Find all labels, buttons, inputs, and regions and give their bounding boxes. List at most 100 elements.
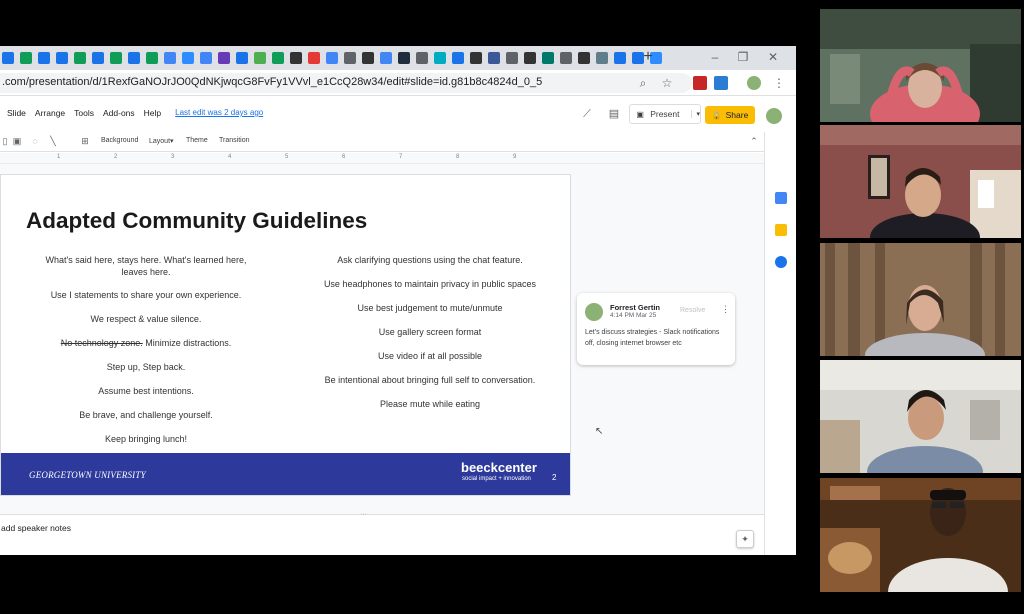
browser-tab[interactable] xyxy=(504,50,520,66)
close-icon[interactable]: ✕ xyxy=(764,49,782,65)
browser-tab[interactable] xyxy=(522,50,538,66)
ruler-tick-label: 8 xyxy=(456,154,460,160)
participant-video-4[interactable] xyxy=(820,360,1021,473)
calendar-icon[interactable] xyxy=(775,192,787,204)
right-rule-5: Use video if at all possible xyxy=(377,351,483,361)
browser-tab[interactable] xyxy=(108,50,124,66)
browser-tab[interactable] xyxy=(306,50,322,66)
browser-tab[interactable] xyxy=(594,50,610,66)
menu-arrange[interactable]: Arrange xyxy=(35,108,65,118)
theme-button[interactable]: Theme xyxy=(186,137,208,144)
text-box-icon[interactable]: ▯ xyxy=(0,136,10,146)
browser-tab[interactable] xyxy=(324,50,340,66)
present-dropdown-icon[interactable]: ▾ xyxy=(691,110,700,118)
browser-tab[interactable] xyxy=(234,50,250,66)
participant-3-image xyxy=(820,243,1021,356)
layout-button[interactable]: Layout▾ xyxy=(149,137,174,145)
menu-tools[interactable]: Tools xyxy=(74,108,94,118)
browser-tab[interactable] xyxy=(576,50,592,66)
share-button[interactable]: 🔒 Share xyxy=(705,106,755,124)
browser-tab[interactable] xyxy=(486,50,502,66)
background-button[interactable]: Background xyxy=(101,137,138,144)
browser-tab[interactable] xyxy=(468,50,484,66)
browser-tab[interactable] xyxy=(378,50,394,66)
tab-favicon-icon xyxy=(2,52,14,64)
restore-icon[interactable]: ❐ xyxy=(734,49,752,65)
browser-tab[interactable] xyxy=(126,50,142,66)
browser-tab[interactable] xyxy=(270,50,286,66)
zoom-icon[interactable]: ⌕ xyxy=(636,76,650,90)
tasks-icon[interactable] xyxy=(775,256,787,268)
image-icon[interactable]: ▣ xyxy=(12,136,22,146)
tab-favicon-icon xyxy=(470,52,482,64)
speaker-notes[interactable]: ··· add speaker notes xyxy=(0,511,764,555)
share-label: Share xyxy=(725,110,749,120)
browser-tab[interactable] xyxy=(162,50,178,66)
browser-tab[interactable] xyxy=(54,50,70,66)
browser-tab[interactable] xyxy=(450,50,466,66)
transition-button[interactable]: Transition xyxy=(219,137,249,144)
present-button[interactable]: ▣ Present ▾ xyxy=(629,104,701,124)
browser-tab[interactable] xyxy=(18,50,34,66)
participant-video-3[interactable] xyxy=(820,243,1021,356)
activity-trend-icon[interactable]: ⟋ xyxy=(580,107,594,121)
browser-tab[interactable] xyxy=(216,50,232,66)
browser-tab[interactable] xyxy=(414,50,430,66)
participant-video-1[interactable] xyxy=(820,9,1021,122)
pdf-extension-icon[interactable] xyxy=(693,76,707,90)
layout-label: Layout xyxy=(149,138,171,145)
toolbar: ▯ ▣ ◌ ╲ ⊞ Background Layout▾ Theme Trans… xyxy=(0,132,764,152)
last-edit-link[interactable]: Last edit was 2 days ago xyxy=(175,108,263,118)
minimize-icon[interactable]: – xyxy=(706,49,724,65)
browser-tab[interactable] xyxy=(540,50,556,66)
slide[interactable]: Adapted Community Guidelines What's said… xyxy=(0,174,571,496)
browser-tab[interactable] xyxy=(36,50,52,66)
menu-slide[interactable]: Slide xyxy=(7,108,26,118)
speaker-notes-placeholder[interactable]: add speaker notes xyxy=(1,523,71,533)
add-comment-icon[interactable]: ⊞ xyxy=(80,136,90,146)
browser-tab[interactable] xyxy=(612,50,628,66)
new-tab-button[interactable]: + xyxy=(640,49,656,65)
browser-tab[interactable] xyxy=(342,50,358,66)
comment-card[interactable]: Forrest Gertin 4:14 PM Mar 25 Resolve ⋮ … xyxy=(577,293,735,365)
resolve-button[interactable]: Resolve xyxy=(680,307,705,314)
menu-help[interactable]: Help xyxy=(144,108,161,118)
collapse-toolbar-icon[interactable]: ⌃ xyxy=(749,136,759,146)
browser-tab[interactable] xyxy=(288,50,304,66)
account-avatar-icon[interactable] xyxy=(766,108,782,124)
shape-icon[interactable]: ◌ xyxy=(30,136,40,146)
participant-video-2[interactable] xyxy=(820,125,1021,238)
browser-tab[interactable] xyxy=(144,50,160,66)
browser-tab[interactable] xyxy=(180,50,196,66)
tab-favicon-icon xyxy=(128,52,140,64)
profile-avatar-icon[interactable] xyxy=(747,76,761,90)
url-text[interactable]: .com/presentation/d/1RexfGaNOJrJO0QdNKjw… xyxy=(2,76,542,88)
menu-add-ons[interactable]: Add-ons xyxy=(103,108,135,118)
browser-tab[interactable] xyxy=(72,50,88,66)
explore-button[interactable]: ✦ xyxy=(736,530,754,548)
browser-tab[interactable] xyxy=(0,50,16,66)
participant-video-5[interactable] xyxy=(820,478,1021,592)
keep-icon[interactable] xyxy=(775,224,787,236)
browser-tab[interactable] xyxy=(360,50,376,66)
ruler-tick-label: 2 xyxy=(114,154,118,160)
browser-tab[interactable] xyxy=(198,50,214,66)
browser-tab[interactable] xyxy=(432,50,448,66)
omnibox[interactable]: .com/presentation/d/1RexfGaNOJrJO0QdNKjw… xyxy=(0,73,692,93)
browser-tab[interactable] xyxy=(558,50,574,66)
browser-tab[interactable] xyxy=(90,50,106,66)
bookmark-star-icon[interactable]: ☆ xyxy=(660,76,674,90)
menu-list: Slide Arrange Tools Add-ons Help Last ed… xyxy=(7,108,263,118)
tab-favicon-icon xyxy=(542,52,554,64)
tab-favicon-icon xyxy=(56,52,68,64)
browser-menu-icon[interactable]: ⋮ xyxy=(772,76,786,90)
skype-extension-icon[interactable] xyxy=(714,76,728,90)
comment-more-icon[interactable]: ⋮ xyxy=(721,304,730,315)
notes-resize-handle-icon[interactable]: ··· xyxy=(360,511,367,518)
mouse-cursor-icon: ↖ xyxy=(595,426,604,437)
browser-tab[interactable] xyxy=(396,50,412,66)
ruler-tick-label: 1 xyxy=(57,154,61,160)
comments-icon[interactable]: ▤ xyxy=(607,107,621,121)
browser-tab[interactable] xyxy=(252,50,268,66)
line-icon[interactable]: ╲ xyxy=(48,136,58,146)
